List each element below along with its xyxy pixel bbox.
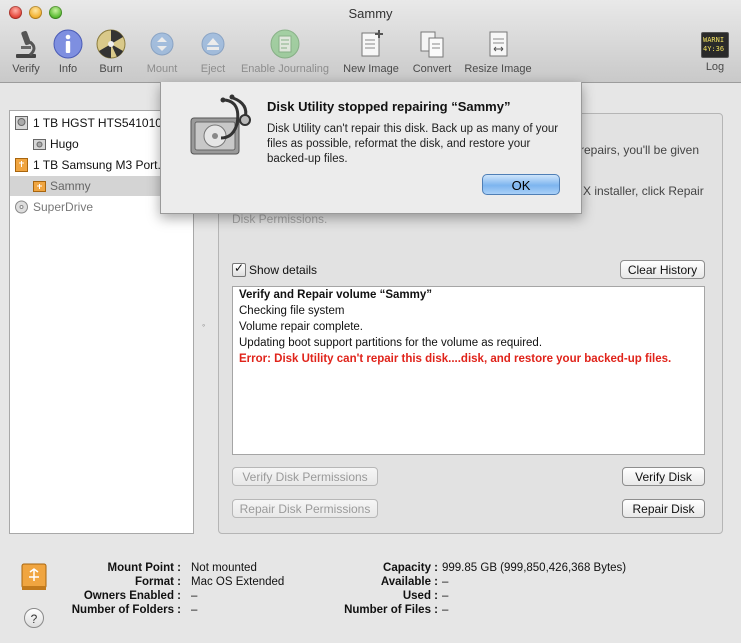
show-details-checkbox[interactable]: ✓: [232, 261, 246, 277]
log-icon: WARNI 4Y:36: [701, 32, 729, 58]
number-of-folders-label: Number of Folders :: [71, 604, 181, 616]
show-details-label: Show details: [249, 263, 318, 277]
burn-tool[interactable]: Burn: [94, 28, 128, 75]
repair-disk-button[interactable]: Repair Disk: [622, 499, 705, 518]
splitter-handle[interactable]: ◦: [202, 320, 205, 330]
external-drive-icon: [21, 563, 47, 590]
internal-disk-icon: [15, 116, 28, 130]
toolbar: Sammy Verify Info Burn Mount Eject Enabl…: [0, 0, 741, 83]
help-button[interactable]: ?: [24, 608, 44, 628]
used-label: Used :: [402, 590, 438, 602]
number-of-files-value: –: [442, 604, 449, 616]
alert-message: Disk Utility can't repair this disk. Bac…: [267, 123, 559, 165]
volume-icon: [33, 139, 46, 150]
owners-enabled-label: Owners Enabled :: [83, 590, 181, 602]
checkmark-icon: ✓: [234, 261, 245, 275]
repair-disk-permissions-button[interactable]: Repair Disk Permissions: [232, 499, 378, 518]
resize-image-tool[interactable]: Resize Image: [463, 28, 533, 75]
capacity-label: Capacity :: [383, 562, 438, 574]
alert-title: Disk Utility stopped repairing “Sammy”: [267, 99, 511, 114]
mount-point-value: Not mounted: [191, 562, 257, 574]
info-tool[interactable]: Info: [52, 28, 84, 75]
info-icon: [52, 28, 84, 60]
disk-utility-window: Sammy Verify Info Burn Mount Eject Enabl…: [0, 0, 741, 643]
format-value: Mac OS Extended: [191, 576, 285, 588]
burn-icon: [95, 28, 127, 60]
resize-image-icon: [482, 28, 514, 60]
disk-utility-stethoscope-icon: [190, 94, 251, 155]
used-value: –: [442, 590, 449, 602]
convert-tool[interactable]: Convert: [409, 28, 455, 75]
mount-icon: [146, 28, 178, 60]
eject-tool[interactable]: Eject: [196, 28, 230, 75]
alert-sheet: Disk Utility stopped repairing “Sammy” D…: [160, 82, 582, 214]
optical-drive-icon: [15, 200, 28, 214]
details-log[interactable]: Verify and Repair volume “Sammy” Checkin…: [232, 286, 705, 455]
panel-text-4: Disk Permissions.: [232, 212, 328, 226]
number-of-folders-value: –: [191, 604, 198, 616]
panel-text-1: repairs, you'll be given: [580, 143, 700, 157]
available-value: –: [442, 576, 449, 588]
external-disk-icon: [15, 158, 28, 172]
external-volume-icon: [33, 181, 46, 192]
ok-button[interactable]: OK: [482, 174, 560, 195]
new-image-tool[interactable]: New Image: [341, 28, 401, 75]
mount-point-label: Mount Point :: [107, 562, 181, 574]
log-tool[interactable]: WARNI 4Y:36 Log: [700, 28, 730, 73]
panel-text-3: X installer, click Repair: [583, 184, 704, 198]
mount-tool[interactable]: Mount: [143, 28, 181, 75]
eject-icon: [197, 28, 229, 60]
clear-history-button[interactable]: Clear History: [620, 260, 705, 279]
window-title: Sammy: [348, 6, 393, 21]
log-line: Updating boot support partitions for the…: [239, 337, 543, 349]
log-error-line: Error: Disk Utility can't repair this di…: [239, 353, 672, 365]
log-line: Checking file system: [239, 305, 345, 317]
format-label: Format :: [135, 576, 181, 588]
number-of-files-label: Number of Files :: [344, 604, 438, 616]
convert-icon: [416, 28, 448, 60]
journal-icon: [269, 28, 301, 60]
available-label: Available :: [380, 576, 438, 588]
log-line: Verify and Repair volume “Sammy”: [239, 289, 433, 301]
owners-enabled-value: –: [191, 590, 198, 602]
log-line: Volume repair complete.: [239, 321, 364, 333]
verify-disk-permissions-button[interactable]: Verify Disk Permissions: [232, 467, 378, 486]
microscope-icon: [10, 28, 42, 60]
verify-disk-button[interactable]: Verify Disk: [622, 467, 705, 486]
verify-tool[interactable]: Verify: [8, 28, 44, 75]
capacity-value: 999.85 GB (999,850,426,368 Bytes): [442, 562, 627, 574]
enable-journaling-tool[interactable]: Enable Journaling: [238, 28, 332, 75]
new-image-icon: [355, 28, 387, 60]
